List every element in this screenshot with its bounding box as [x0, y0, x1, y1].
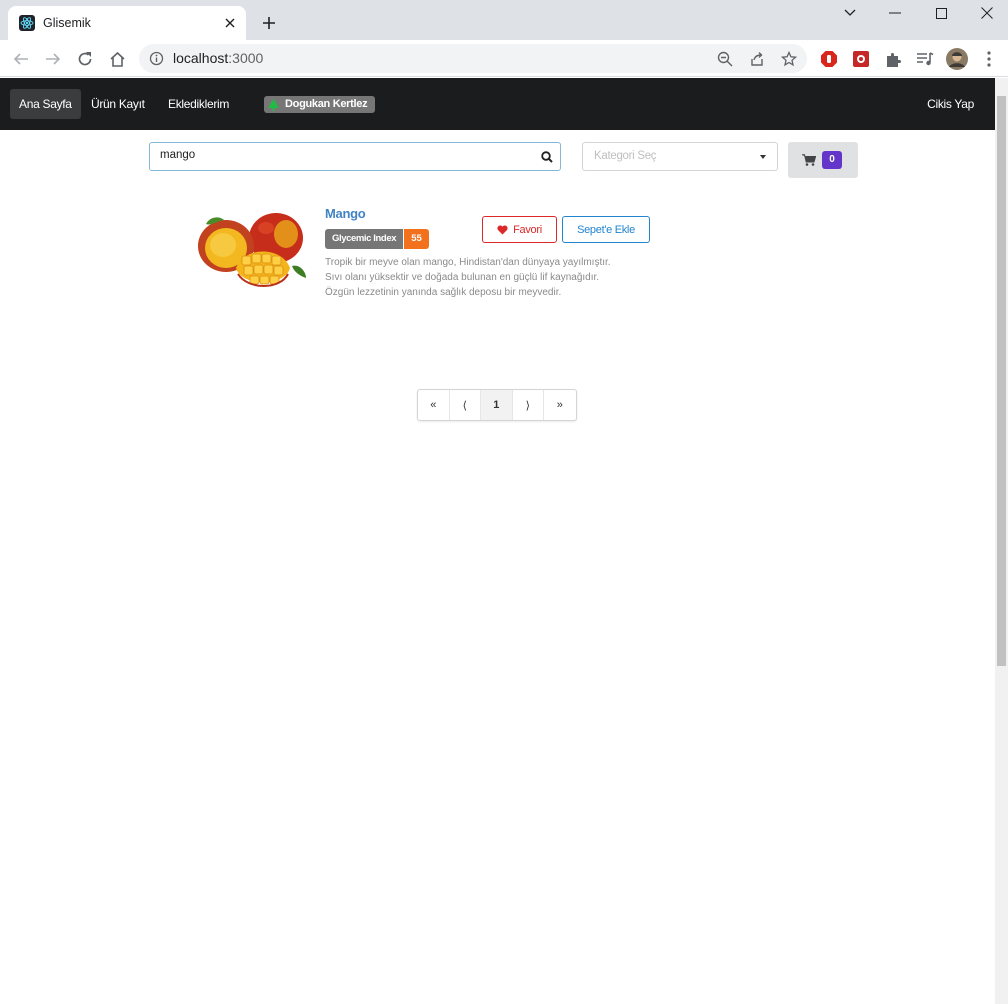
tab-title: Glisemik	[43, 16, 91, 30]
forward-icon[interactable]	[41, 47, 65, 71]
description-line: Sıvı olanı yüksektir ve doğada bulunan e…	[325, 272, 600, 283]
prev-page-button[interactable]: ⟨	[450, 390, 481, 420]
description-line: Özgün lezzetinin yanında sağlık deposu b…	[325, 287, 562, 298]
adblock-icon[interactable]	[818, 48, 840, 70]
media-icon[interactable]	[914, 48, 936, 70]
zoom-icon[interactable]	[715, 49, 735, 69]
next-page-button[interactable]: ⟩	[513, 390, 544, 420]
category-select[interactable]: Kategori Seç	[582, 142, 778, 171]
add-to-cart-button[interactable]: Sepet'e Ekle	[562, 216, 650, 243]
browser-toolbar: localhost:3000	[0, 40, 1008, 77]
heart-icon	[497, 224, 508, 235]
maximize-icon[interactable]	[918, 0, 964, 26]
url-text: localhost:3000	[173, 50, 263, 66]
description-line: Tropik bir meyve olan mango, Hindistan'd…	[325, 257, 611, 268]
logout-link[interactable]: Cikis Yap	[927, 97, 974, 111]
category-placeholder: Kategori Seç	[594, 150, 657, 162]
url-port: :3000	[228, 50, 264, 66]
cart-count-badge: 0	[822, 151, 842, 169]
chevron-down-icon[interactable]	[827, 0, 873, 26]
user-badge: Dogukan Kertlez	[264, 96, 376, 113]
app-navbar: Ana Sayfa Ürün Kayıt Eklediklerim Doguka…	[0, 78, 995, 130]
last-page-button[interactable]: »	[544, 390, 576, 420]
plus-icon[interactable]	[258, 12, 280, 34]
address-bar[interactable]: localhost:3000	[139, 44, 807, 73]
favorite-button[interactable]: Favori	[482, 216, 557, 243]
nav-item-product-register[interactable]: Ürün Kayıt	[82, 89, 154, 119]
share-icon[interactable]	[747, 49, 767, 69]
product-description: Tropik bir meyve olan mango, Hindistan'd…	[325, 255, 655, 300]
info-icon[interactable]	[149, 51, 164, 66]
avatar[interactable]	[946, 48, 968, 70]
menu-icon[interactable]	[978, 48, 1000, 70]
page-scrollbar[interactable]	[995, 78, 1008, 1004]
cart-icon	[802, 153, 817, 171]
reload-icon[interactable]	[73, 47, 97, 71]
search-input[interactable]	[160, 149, 520, 161]
search-icon[interactable]	[541, 150, 553, 168]
star-icon[interactable]	[779, 49, 799, 69]
page-button-current[interactable]: 1	[481, 390, 513, 420]
extension-icon[interactable]	[882, 48, 904, 70]
glycemic-index-value: 55	[404, 229, 429, 249]
scrollbar-thumb[interactable]	[997, 96, 1006, 666]
tree-icon	[268, 98, 279, 111]
home-icon[interactable]	[105, 47, 129, 71]
favorite-label: Favori	[513, 223, 542, 236]
caret-down-icon	[760, 155, 766, 159]
browser-tabstrip: Glisemik	[0, 0, 1008, 40]
user-name: Dogukan Kertlez	[285, 98, 368, 110]
minimize-icon[interactable]	[872, 0, 918, 26]
extension-red-icon[interactable]	[850, 48, 872, 70]
pagination: « ⟨ 1 ⟩ »	[417, 389, 577, 421]
close-icon[interactable]	[220, 13, 240, 33]
back-icon[interactable]	[9, 47, 33, 71]
glycemic-index-label: Glycemic Index	[325, 229, 404, 249]
nav-item-my-additions[interactable]: Eklediklerim	[159, 89, 238, 119]
product-name-link[interactable]: Mango	[325, 206, 366, 221]
search-box[interactable]	[149, 142, 561, 171]
nav-item-home[interactable]: Ana Sayfa	[10, 89, 81, 119]
cart-button[interactable]: 0	[788, 142, 858, 178]
product-image	[196, 206, 308, 294]
react-icon	[19, 15, 35, 31]
url-host: localhost	[173, 50, 229, 66]
window-close-icon[interactable]	[964, 0, 1008, 26]
first-page-button[interactable]: «	[418, 390, 450, 420]
browser-tab[interactable]: Glisemik	[8, 6, 246, 40]
